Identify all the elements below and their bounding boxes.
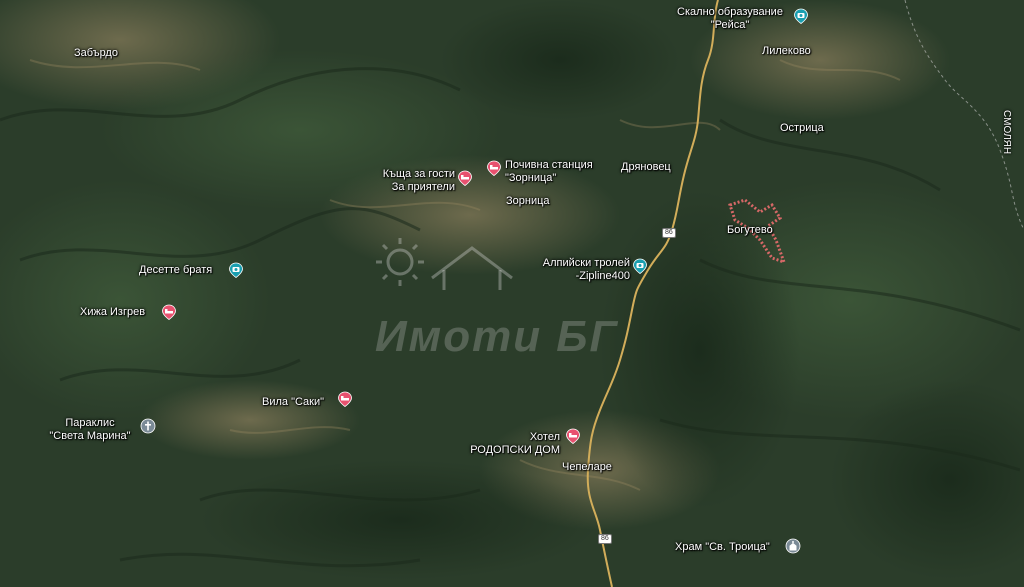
place-troley-label[interactable]: Алпийски тролей -Zipline400 (515, 257, 630, 283)
place-kashta-line1: Къща за гости (382, 168, 455, 180)
place-skalno-line1: Скално образувание (677, 6, 783, 18)
place-kashta-label[interactable]: Къща за гости За приятели (350, 168, 455, 194)
place-troley-line1: Алпийски тролей (542, 257, 630, 269)
place-smolyan[interactable]: СМОЛЯН (1001, 110, 1012, 154)
church-icon[interactable] (785, 538, 801, 554)
place-troley-line2: -Zipline400 (575, 270, 630, 282)
place-pochivna-label[interactable]: Почивна станция "Зорница" (505, 159, 593, 185)
place-bogutevo[interactable]: Богутево (727, 224, 773, 237)
place-paraklis-label[interactable]: Параклис "Света Марина" (30, 417, 150, 443)
place-hotel-line2: РОДОПСКИ ДОМ (470, 444, 560, 456)
place-chepelare[interactable]: Чепеларе (562, 461, 612, 474)
place-lilekovo[interactable]: Лилеково (762, 45, 811, 58)
camera-icon[interactable] (632, 258, 648, 274)
place-skalno-line2: "Рейса" (710, 19, 750, 31)
cross-icon[interactable] (140, 418, 156, 434)
satellite-map[interactable]: Имоти БГ 86 86 Забърдо Скално образувани… (0, 0, 1024, 587)
camera-icon[interactable] (793, 8, 809, 24)
camera-icon[interactable] (228, 262, 244, 278)
watermark-text: Имоти БГ (375, 312, 619, 361)
road-shield-86-south: 86 (598, 534, 612, 544)
place-ostritsa[interactable]: Острица (780, 122, 824, 135)
place-dryanovets[interactable]: Дряновец (621, 161, 671, 174)
bed-icon[interactable] (337, 391, 353, 407)
place-vila[interactable]: Вила "Саки" (262, 396, 324, 409)
place-pochivna-line2: "Зорница" (505, 172, 557, 184)
place-paraklis-line2: "Света Марина" (49, 430, 131, 442)
place-zornitsa[interactable]: Зорница (506, 195, 550, 208)
bed-icon[interactable] (486, 160, 502, 176)
place-hizha[interactable]: Хижа Изгрев (80, 306, 145, 319)
road-shield-86: 86 (662, 228, 676, 238)
place-paraklis-line1: Параклис (65, 417, 115, 429)
place-hotel-label[interactable]: Хотел РОДОПСКИ ДОМ (435, 431, 560, 457)
bed-icon[interactable] (457, 170, 473, 186)
place-skalno-label[interactable]: Скално образувание "Рейса" (655, 6, 805, 32)
place-zabardo[interactable]: Забърдо (74, 47, 118, 60)
place-pochivna-line1: Почивна станция (505, 159, 593, 171)
bed-icon[interactable] (565, 428, 581, 444)
place-desette[interactable]: Десетте братя (139, 264, 212, 277)
place-hotel-line1: Хотел (529, 431, 560, 443)
place-hram[interactable]: Храм "Св. Троица" (675, 541, 770, 554)
bed-icon[interactable] (161, 304, 177, 320)
place-kashta-line2: За приятели (391, 181, 455, 193)
